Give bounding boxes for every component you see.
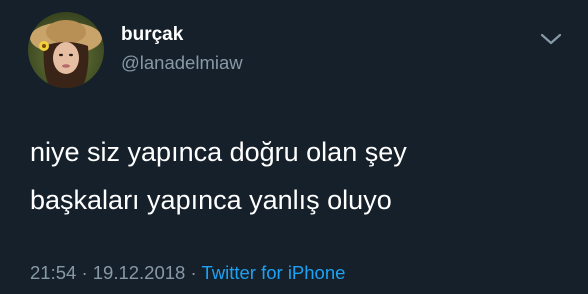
tweet-text-line: başkaları yapınca yanlış oluyo	[30, 185, 392, 215]
chevron-down-icon	[540, 33, 562, 45]
meta-separator: ·	[81, 262, 88, 283]
tweet-text: niye siz yapınca doğru olan şey başkalar…	[30, 128, 570, 224]
tweet-text-line: niye siz yapınca doğru olan şey	[30, 137, 407, 167]
author-display-name[interactable]: burçak	[121, 23, 183, 47]
avatar[interactable]	[28, 12, 104, 88]
tweet-source-link[interactable]: Twitter for iPhone	[201, 262, 345, 283]
author-handle[interactable]: @lanadelmiaw	[121, 51, 243, 75]
meta-separator: ·	[190, 262, 197, 283]
tweet-date[interactable]: 19.12.2018	[93, 262, 186, 283]
profile-photo-icon	[28, 12, 104, 88]
tweet-time[interactable]: 21:54	[30, 262, 76, 283]
tweet-menu-button[interactable]	[538, 30, 564, 48]
tweet-card: burçak @lanadelmiaw niye siz yapınca doğ…	[0, 0, 588, 294]
tweet-meta: 21:54 · 19.12.2018 · Twitter for iPhone	[30, 261, 345, 285]
